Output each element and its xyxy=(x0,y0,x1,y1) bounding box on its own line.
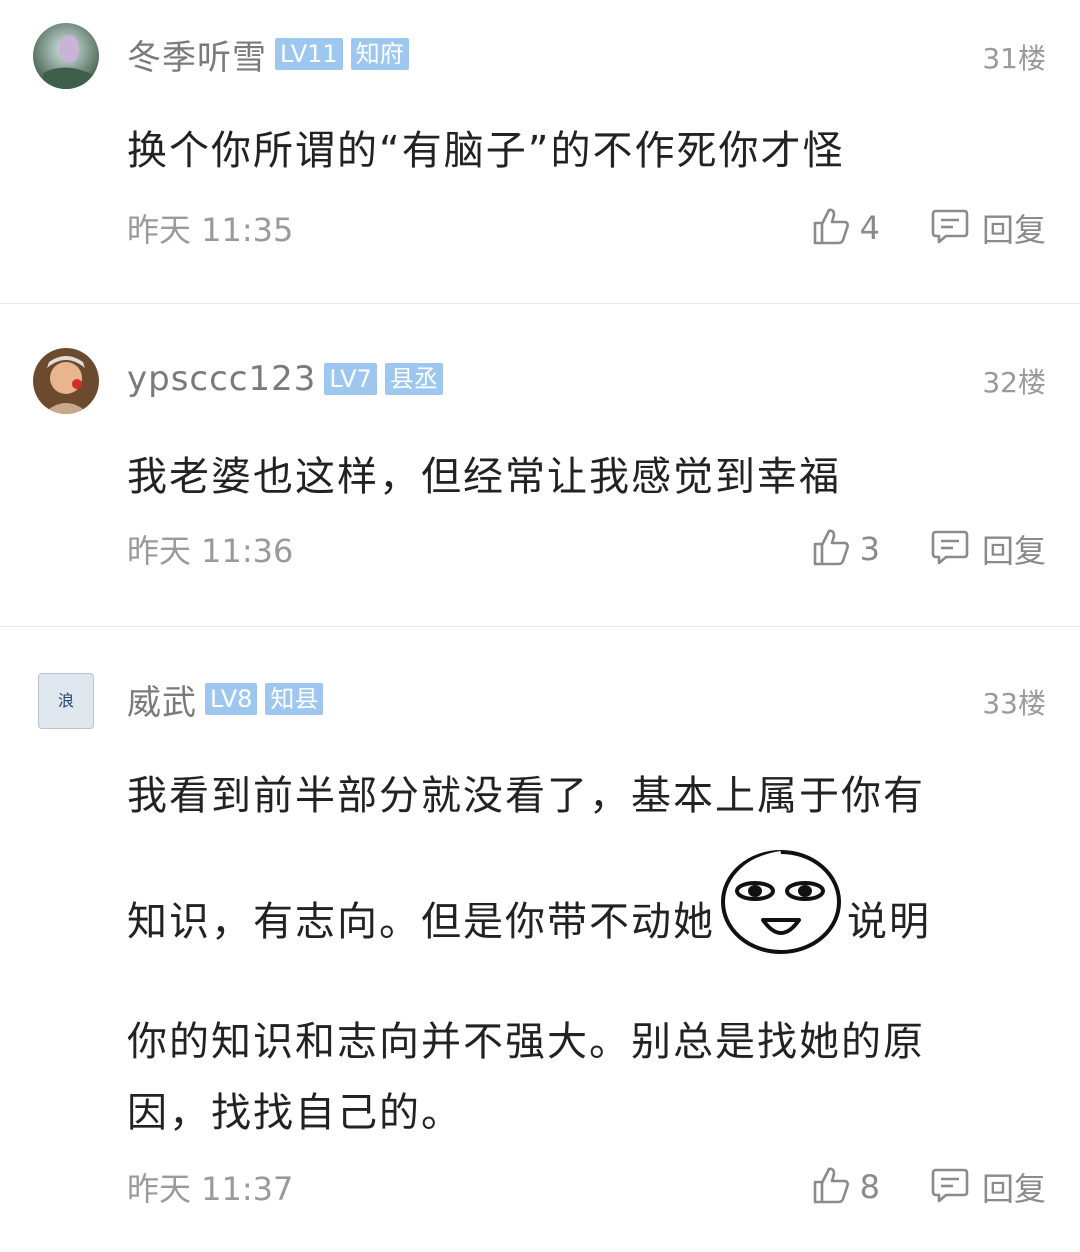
timestamp: 昨天 11:37 xyxy=(127,1170,294,1208)
comment-bubble-icon xyxy=(930,1165,970,1209)
smirk-face-emoji xyxy=(719,850,843,968)
like-button[interactable]: 8 xyxy=(812,1165,880,1209)
title-badge: 知府 xyxy=(350,38,409,70)
reply-label: 回复 xyxy=(981,1170,1046,1208)
floor-number: 31楼 xyxy=(982,42,1046,75)
avatar[interactable] xyxy=(33,23,99,89)
reply-button[interactable]: 回复 xyxy=(930,526,1046,572)
level-badge: LV8 xyxy=(205,683,258,715)
avatar-text: 浪 xyxy=(57,691,74,710)
comment-text-segment: 知识，有志向。但是你带不动她 xyxy=(127,899,715,945)
comment-text-line: 我看到前半部分就没看了，基本上属于你有 xyxy=(127,773,925,819)
floor-number: 32楼 xyxy=(982,366,1046,399)
username[interactable]: 冬季听雪 xyxy=(127,30,267,79)
comment-32: ypsccc123 LV7 县丞 32楼 我老婆也这样，但经常让我感觉到幸福 昨… xyxy=(0,304,1080,626)
comment-bubble-icon xyxy=(930,206,970,250)
reply-label: 回复 xyxy=(981,532,1046,570)
level-badge: LV7 xyxy=(324,363,377,395)
comment-33: 浪 威武 LV8 知县 33楼 我看到前半部分就没看了，基本上属于你有 知识，有… xyxy=(0,627,1080,1251)
comment-text: 换个你所谓的“有脑子”的不作死你才怪 xyxy=(127,128,845,174)
reply-button[interactable]: 回复 xyxy=(930,1164,1046,1210)
comment-text-segment: 说明 xyxy=(847,899,931,945)
username[interactable]: ypsccc123 xyxy=(127,359,316,399)
title-badge: 知县 xyxy=(265,683,324,715)
avatar[interactable]: 浪 xyxy=(38,673,94,729)
like-count: 4 xyxy=(859,209,880,247)
reply-label: 回复 xyxy=(981,211,1046,249)
floor-number: 33楼 xyxy=(982,687,1046,720)
level-badge: LV11 xyxy=(275,38,343,70)
thumbs-up-icon xyxy=(812,1165,850,1209)
thumbs-up-icon xyxy=(812,527,850,571)
comment-text: 我老婆也这样，但经常让我感觉到幸福 xyxy=(127,454,841,500)
timestamp: 昨天 11:36 xyxy=(127,532,294,570)
comment-text-line: 因，找找自己的。 xyxy=(127,1090,463,1136)
username[interactable]: 威武 xyxy=(127,675,197,724)
comment-31: 冬季听雪 LV11 知府 31楼 换个你所谓的“有脑子”的不作死你才怪 昨天 1… xyxy=(0,0,1080,303)
timestamp: 昨天 11:35 xyxy=(127,211,294,249)
like-count: 8 xyxy=(859,1168,880,1206)
comment-text-line: 知识，有志向。但是你带不动她 说明 xyxy=(127,850,1020,968)
like-count: 3 xyxy=(859,530,880,568)
thumbs-up-icon xyxy=(812,206,850,250)
like-button[interactable]: 3 xyxy=(812,527,880,571)
comment-bubble-icon xyxy=(930,527,970,571)
avatar[interactable] xyxy=(33,348,99,414)
title-badge: 县丞 xyxy=(384,363,443,395)
reply-button[interactable]: 回复 xyxy=(930,205,1046,251)
like-button[interactable]: 4 xyxy=(812,206,880,250)
comment-text-line: 你的知识和志向并不强大。别总是找她的原 xyxy=(127,1019,925,1065)
